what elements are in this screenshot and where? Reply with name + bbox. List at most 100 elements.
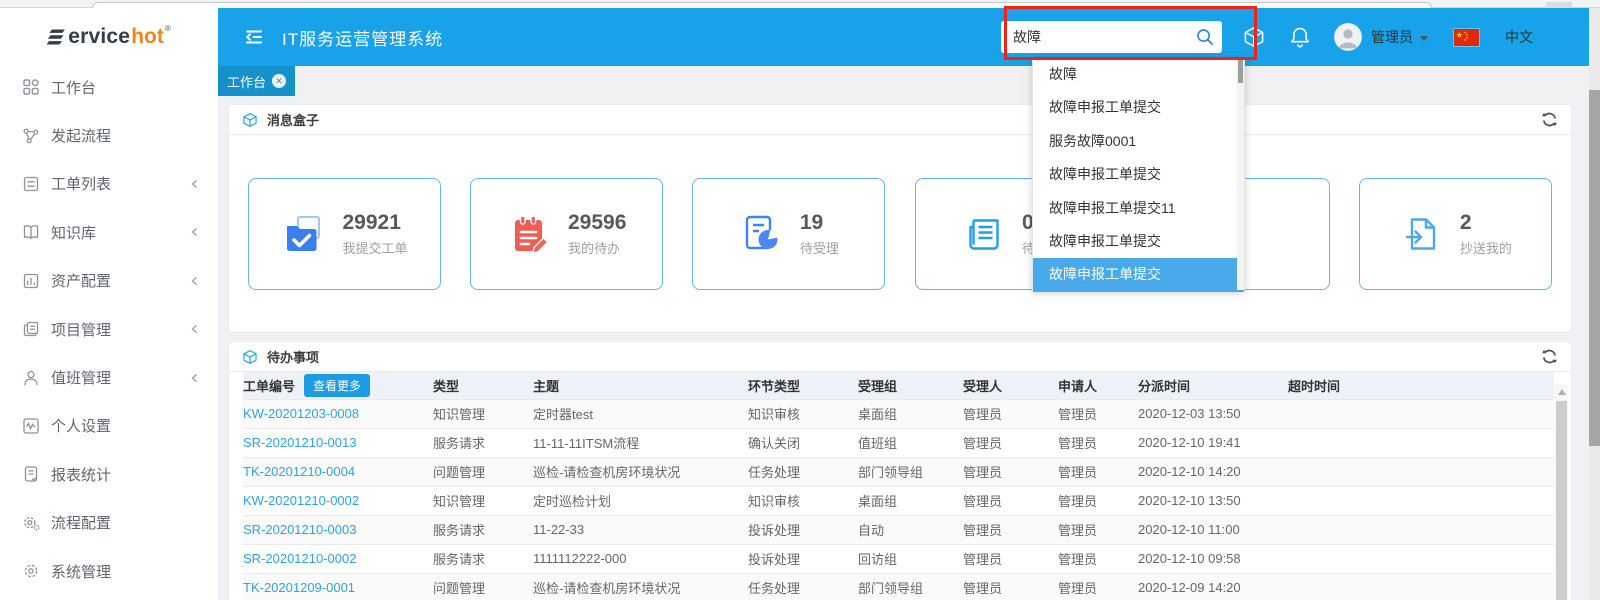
cube-icon (242, 112, 258, 128)
cell-4: 回访组 (858, 544, 963, 573)
list-icon (22, 175, 40, 193)
stat-card-2[interactable]: 19待受理 (692, 178, 885, 290)
cell-5: 管理员 (963, 428, 1058, 457)
cell-7: 2020-12-10 14:20 (1138, 457, 1288, 486)
search-suggestion-0[interactable]: 故障 (1033, 58, 1244, 91)
avatar[interactable] (1334, 23, 1362, 51)
sidebar-item-1[interactable]: 发起流程 (0, 111, 218, 159)
cell-4: 桌面组 (858, 486, 963, 515)
table-row-5: SR-20201210-0002服务请求1111112222-000投诉处理回访… (243, 544, 1554, 573)
cell-5: 管理员 (963, 544, 1058, 573)
gear-icon (22, 562, 40, 580)
dropdown-scrollbar-thumb[interactable] (1238, 59, 1243, 83)
sidebar-item-4[interactable]: 资产配置 (0, 257, 218, 305)
cube-icon (242, 349, 258, 365)
tab-close-icon[interactable]: ✕ (272, 74, 286, 88)
stat-label: 待受理 (800, 238, 839, 257)
browser-edge-strip (0, 0, 1600, 8)
ticket-link[interactable]: SR-20201210-0013 (243, 435, 356, 450)
collapse-sidebar-icon[interactable] (243, 26, 265, 48)
table-scrollbar-thumb[interactable] (1556, 401, 1567, 600)
search-suggestion-4[interactable]: 故障申报工单提交11 (1033, 192, 1244, 225)
cell-2: 巡检-请检查机房环境状况 (533, 457, 748, 486)
ticket-link[interactable]: KW-20201210-0002 (243, 493, 359, 508)
cell-3: 知识审核 (748, 486, 858, 515)
ticket-link[interactable]: TK-20201210-0004 (243, 464, 355, 479)
page-scrollbar-thumb[interactable] (1589, 90, 1600, 446)
language-switcher[interactable]: 中文 (1505, 27, 1533, 47)
cell-8 (1288, 428, 1554, 457)
search-suggestion-5[interactable]: 故障申报工单提交 (1033, 225, 1244, 258)
book-icon (22, 223, 40, 241)
refresh-icon[interactable] (1541, 348, 1558, 365)
doc-pie-icon (739, 211, 785, 257)
cell-8 (1288, 457, 1554, 486)
sidebar-item-2[interactable]: 工单列表 (0, 160, 218, 208)
search-suggestion-3[interactable]: 故障申报工单提交 (1033, 158, 1244, 191)
sidebar-item-8[interactable]: 报表统计 (0, 450, 218, 498)
ticket-link[interactable]: SR-20201210-0003 (243, 522, 356, 537)
dropdown-scrollbar[interactable] (1237, 58, 1244, 290)
table-row-3: KW-20201210-0002知识管理定时巡检计划知识审核桌面组管理员管理员2… (243, 486, 1554, 515)
table-row-0: KW-20201203-0008知识管理定时器test知识审核桌面组管理员管理员… (243, 399, 1554, 428)
page-scrollbar[interactable] (1589, 8, 1600, 600)
table-row-4: SR-20201210-0003服务请求11-22-33投诉处理自动管理员管理员… (243, 515, 1554, 544)
cell-4: 部门领导组 (858, 573, 963, 600)
sidebar-item-0[interactable]: 工作台 (0, 63, 218, 111)
cell-6: 管理员 (1058, 399, 1138, 428)
column-header-3: 环节类型 (748, 372, 858, 399)
search-suggestion-6[interactable]: 故障申报工单提交 (1033, 258, 1244, 291)
sidebar-nav: 工作台发起流程工单列表知识库资产配置项目管理值班管理个人设置报表统计流程配置系统… (0, 55, 218, 595)
table-header-row: 工单编号查看更多类型主题环节类型受理组受理人申请人分派时间超时时间 (243, 372, 1554, 399)
tab-workbench[interactable]: 工作台 ✕ (218, 66, 295, 96)
cell-7: 2020-12-10 19:41 (1138, 428, 1288, 457)
user-menu[interactable]: 管理员 (1371, 27, 1413, 47)
cell-8 (1288, 573, 1554, 600)
logo-text-orange: hot (131, 25, 164, 49)
search-suggestion-2[interactable]: 服务故障0001 (1033, 125, 1244, 158)
cell-1: 服务请求 (433, 428, 533, 457)
stat-card-0[interactable]: 29921我提交工单 (248, 178, 441, 290)
todo-panel: 待办事项 工单编号查看更多类型主题环节类型受理组受理人申请人分派时间超时时间 K… (228, 341, 1572, 600)
stat-value: 2 (1460, 211, 1512, 235)
stat-card-5[interactable]: 2抄送我的 (1359, 178, 1552, 290)
column-header-5: 受理人 (963, 372, 1058, 399)
search-icon[interactable] (1195, 27, 1215, 47)
search-input[interactable] (1001, 21, 1222, 53)
chart-icon (22, 272, 40, 290)
sidebar-item-3[interactable]: 知识库 (0, 208, 218, 256)
cell-2: 巡检-请检查机房环境状况 (533, 573, 748, 600)
cube-icon[interactable] (1242, 25, 1266, 49)
sidebar-item-10[interactable]: 系统管理 (0, 547, 218, 595)
sidebar-item-5[interactable]: 项目管理 (0, 305, 218, 353)
ticket-link[interactable]: TK-20201209-0001 (243, 580, 355, 595)
cell-ticket-id: KW-20201203-0008 (243, 399, 433, 428)
panel-title: 待办事项 (267, 347, 319, 366)
table-scrollbar[interactable] (1555, 384, 1568, 600)
cell-ticket-id: KW-20201210-0002 (243, 486, 433, 515)
china-flag-icon[interactable]: ★★★★★ (1454, 29, 1479, 46)
report-icon (22, 465, 40, 483)
scroll-up-arrow-icon[interactable] (1558, 389, 1566, 395)
sidebar-item-7[interactable]: 个人设置 (0, 402, 218, 450)
cell-6: 管理员 (1058, 428, 1138, 457)
tab-label: 工作台 (227, 72, 266, 91)
cell-7: 2020-12-09 14:20 (1138, 573, 1288, 600)
activity-icon (22, 417, 40, 435)
view-more-button[interactable]: 查看更多 (304, 374, 370, 397)
sidebar-item-6[interactable]: 值班管理 (0, 353, 218, 401)
folder-check-icon (281, 211, 327, 257)
logo-text-dark: ervice (68, 25, 130, 49)
refresh-icon[interactable] (1541, 111, 1558, 128)
cell-3: 投诉处理 (748, 544, 858, 573)
cell-1: 问题管理 (433, 457, 533, 486)
stat-card-1[interactable]: 29596我的待办 (470, 178, 663, 290)
ticket-link[interactable]: KW-20201203-0008 (243, 406, 359, 421)
ticket-link[interactable]: SR-20201210-0002 (243, 551, 356, 566)
sidebar-item-9[interactable]: 流程配置 (0, 499, 218, 547)
cell-8 (1288, 399, 1554, 428)
search-suggestion-1[interactable]: 故障申报工单提交 (1033, 91, 1244, 124)
stat-label: 我提交工单 (342, 238, 407, 257)
cell-1: 知识管理 (433, 486, 533, 515)
notifications-bell-icon[interactable] (1288, 25, 1312, 49)
